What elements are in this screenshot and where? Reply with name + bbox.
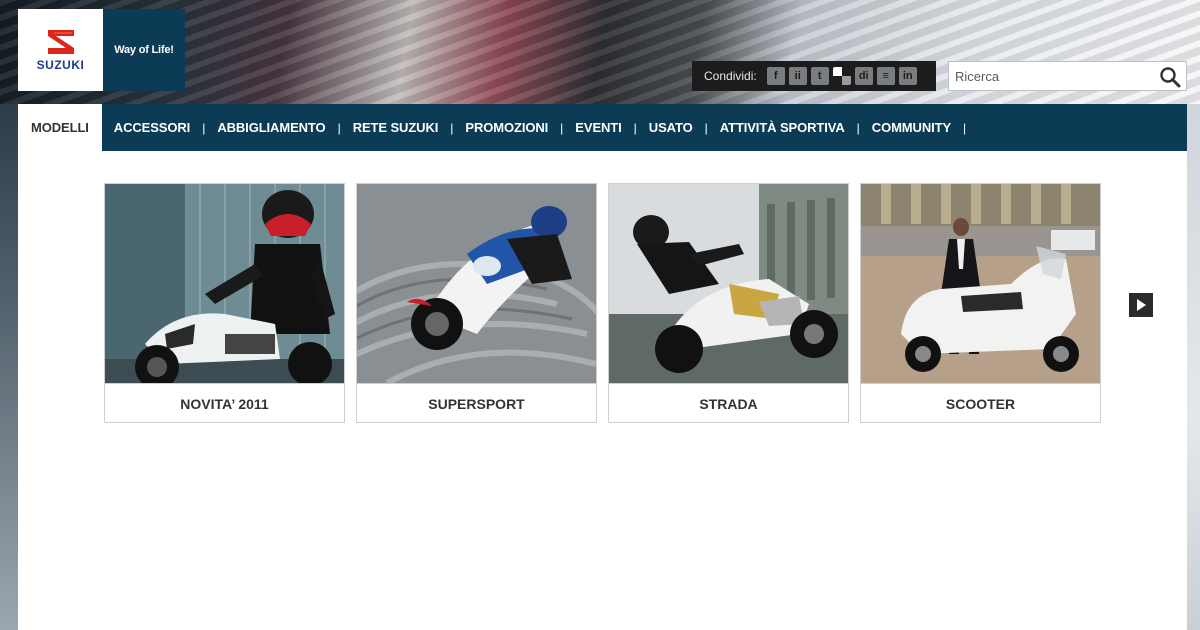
delicious-icon[interactable]: [832, 67, 851, 85]
nav-item-promozioni[interactable]: PROMOZIONI: [453, 104, 560, 151]
twitter-icon[interactable]: t: [810, 67, 829, 85]
bookmark-icon[interactable]: ≡: [876, 67, 895, 85]
category-card-supersport[interactable]: SUPERSPORT: [356, 183, 597, 423]
models-content: NOVITA’ 2011 SUPERSPORT STRADA SCOOTER: [18, 151, 1187, 630]
share-label: Condividi:: [704, 69, 757, 83]
main-nav: MODELLI ACCESSORI | ABBIGLIAMENTO | RETE…: [18, 104, 1187, 151]
street-bike-rider-photo: [609, 184, 848, 383]
facebook-icon[interactable]: f: [766, 67, 785, 85]
naked-bike-rider-photo: [105, 184, 344, 383]
nav-separator: |: [963, 120, 967, 135]
maxi-scooter-photo: [861, 184, 1100, 383]
carousel-next-button[interactable]: [1129, 293, 1153, 317]
nav-item-attivita-sportiva[interactable]: ATTIVITÀ SPORTIVA: [708, 104, 857, 151]
background-left: [0, 104, 18, 630]
tagline-box: Way of Life!: [103, 9, 185, 91]
search-box: [948, 61, 1187, 91]
nav-item-usato[interactable]: USATO: [637, 104, 705, 151]
nav-item-community[interactable]: COMMUNITY: [860, 104, 963, 151]
search-input[interactable]: [955, 66, 1155, 86]
background-right: [1187, 104, 1200, 630]
myspace-icon[interactable]: ii: [788, 67, 807, 85]
category-card-novita[interactable]: NOVITA’ 2011: [104, 183, 345, 423]
nav-item-rete-suzuki[interactable]: RETE SUZUKI: [341, 104, 451, 151]
logo-wordmark: SUZUKI: [36, 58, 85, 72]
suzuki-logo[interactable]: SUZUKI: [18, 9, 103, 91]
play-right-icon: [1137, 299, 1146, 311]
linkedin-icon[interactable]: in: [898, 67, 917, 85]
category-label: STRADA: [609, 383, 848, 423]
share-bar: Condividi: f ii t di ≡ in: [692, 61, 936, 91]
category-label: NOVITA’ 2011: [105, 383, 344, 423]
nav-item-accessori[interactable]: ACCESSORI: [102, 104, 202, 151]
tagline-text: Way of Life!: [114, 44, 174, 56]
category-label: SCOOTER: [861, 383, 1100, 423]
sport-bike-cornering-photo: [357, 184, 596, 383]
category-label: SUPERSPORT: [357, 383, 596, 423]
suzuki-s-icon: [47, 30, 74, 54]
nav-item-eventi[interactable]: EVENTI: [563, 104, 633, 151]
nav-item-modelli[interactable]: MODELLI: [18, 104, 102, 151]
nav-item-abbigliamento[interactable]: ABBIGLIAMENTO: [205, 104, 337, 151]
digg-icon[interactable]: di: [854, 67, 873, 85]
category-card-scooter[interactable]: SCOOTER: [860, 183, 1101, 423]
search-icon[interactable]: [1159, 66, 1181, 88]
category-card-strada[interactable]: STRADA: [608, 183, 849, 423]
